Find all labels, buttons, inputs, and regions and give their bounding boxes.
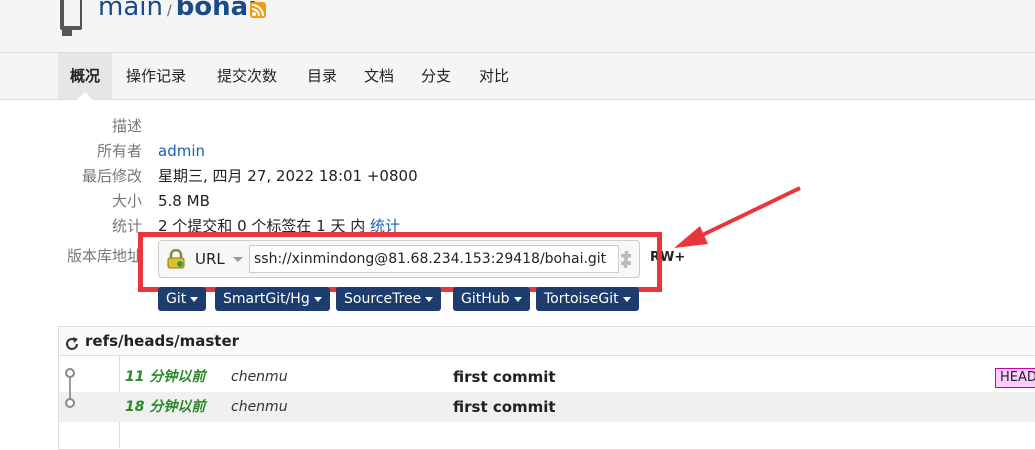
github-button-label: GitHub	[461, 291, 510, 307]
commit-row[interactable]: 11 分钟以前 chenmu first commit HEAD	[59, 362, 1035, 392]
sourcetree-button[interactable]: SourceTree	[336, 287, 442, 311]
path-separator: /	[166, 3, 172, 19]
caret-down-icon	[513, 296, 522, 302]
branch-header: refs/heads/master	[59, 327, 1035, 356]
last-modified-value: 星期三, 四月 27, 2022 18:01 +0800	[158, 167, 418, 185]
commit-time: 11 分钟以前	[125, 369, 206, 385]
commit-row[interactable]: 18 分钟以前 chenmu first commit	[59, 392, 1035, 422]
branch-name-link[interactable]: refs/heads/master	[85, 327, 239, 355]
size-label: 大小	[111, 192, 142, 210]
tab-branches[interactable]: 分支	[409, 53, 463, 99]
tab-tree[interactable]: 目录	[295, 53, 349, 99]
repo-header: main / bohai	[0, 0, 1035, 53]
stats-label: 统计	[111, 217, 142, 235]
commit-author: chenmu	[231, 369, 288, 385]
owner-label: 所有者	[96, 142, 142, 160]
size-row: 大小 5.8 MB	[0, 190, 700, 212]
tab-compare[interactable]: 对比	[467, 53, 521, 99]
github-button[interactable]: GitHub	[453, 287, 530, 311]
description-row: 描述	[0, 115, 700, 137]
caret-down-icon	[622, 296, 631, 302]
tab-docs[interactable]: 文档	[352, 53, 406, 99]
tortoisegit-button-label: TortoiseGit	[544, 291, 619, 307]
highlight-rectangle	[138, 232, 662, 292]
caret-down-icon	[425, 296, 434, 302]
commit-graph-icon	[65, 368, 75, 408]
owner-row: 所有者 admin	[0, 140, 700, 162]
branch-log: refs/heads/master 11 分钟以前 chenmu first c…	[58, 326, 1035, 450]
git-button-label: Git	[166, 291, 187, 307]
repo-name-link[interactable]: bohai	[176, 0, 257, 22]
owner-link[interactable]: admin	[158, 142, 205, 160]
sourcetree-button-label: SourceTree	[344, 291, 422, 307]
commit-message-link[interactable]: first commit	[453, 392, 556, 422]
description-label: 描述	[111, 117, 142, 135]
tab-activity[interactable]: 操作记录	[114, 53, 198, 99]
commit-message-link[interactable]: first commit	[453, 362, 556, 392]
project-link[interactable]: main	[98, 0, 163, 22]
tab-commits[interactable]: 提交次数	[205, 53, 289, 99]
rss-icon[interactable]	[250, 2, 266, 18]
repo-nav: 概况 操作记录 提交次数 目录 文档 分支 对比	[0, 53, 1035, 100]
caret-down-icon	[313, 296, 322, 302]
smartgit-button[interactable]: SmartGit/Hg	[215, 287, 330, 311]
caret-down-icon	[190, 296, 199, 302]
head-ref-badge[interactable]: HEAD	[995, 368, 1035, 388]
repo-title: main / bohai	[98, 0, 257, 22]
git-button[interactable]: Git	[158, 287, 207, 311]
size-value: 5.8 MB	[158, 192, 210, 210]
tab-summary[interactable]: 概况	[58, 53, 113, 100]
annotation-arrow	[674, 186, 801, 248]
repo-url-label: 版本库地址	[66, 247, 142, 265]
commit-time: 18 分钟以前	[125, 399, 206, 415]
tortoisegit-button[interactable]: TortoiseGit	[536, 287, 639, 311]
refresh-icon[interactable]	[64, 333, 80, 350]
commit-author: chenmu	[231, 399, 288, 415]
last-modified-row: 最后修改 星期三, 四月 27, 2022 18:01 +0800	[0, 165, 700, 187]
smartgit-button-label: SmartGit/Hg	[223, 291, 310, 307]
last-modified-label: 最后修改	[81, 167, 142, 185]
repository-icon	[58, 0, 86, 36]
